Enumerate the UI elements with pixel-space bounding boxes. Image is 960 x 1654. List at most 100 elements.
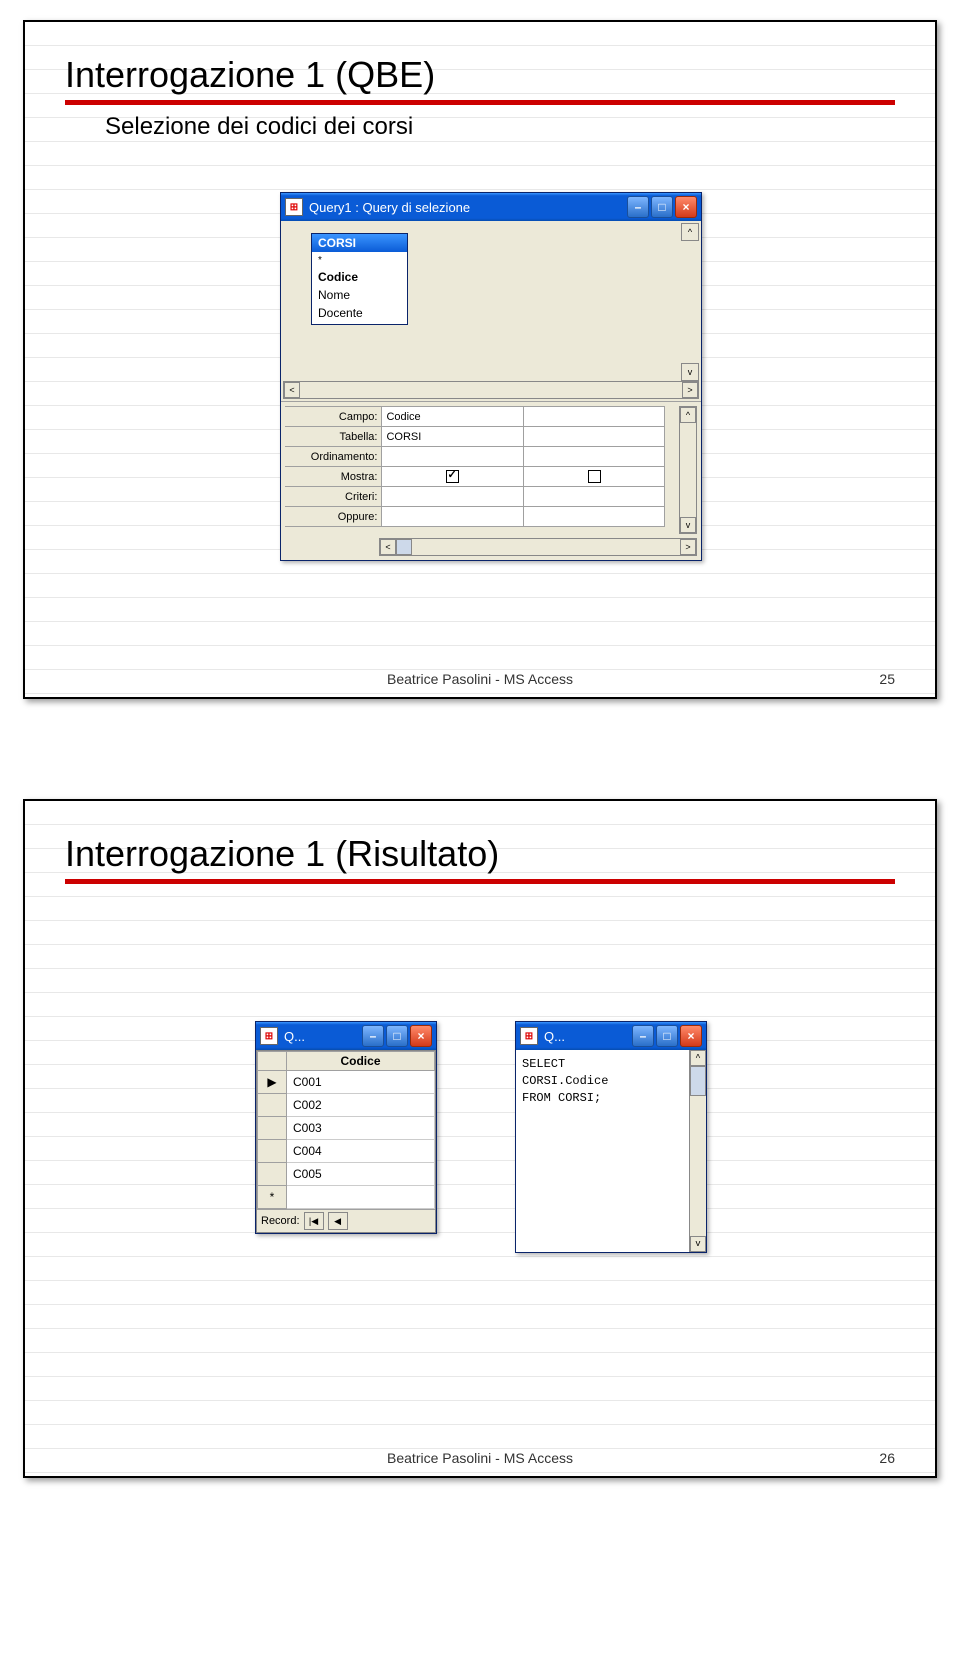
row-selector[interactable] xyxy=(258,1163,287,1186)
page-number: 26 xyxy=(879,1450,895,1466)
horizontal-scrollbar[interactable]: < > xyxy=(283,381,699,399)
grid-scroll-right[interactable]: > xyxy=(680,539,696,555)
grid-label-mostra: Mostra: xyxy=(285,467,382,487)
nav-first-button[interactable]: |◀ xyxy=(304,1212,324,1230)
page-number: 25 xyxy=(879,671,895,687)
maximize-button[interactable]: □ xyxy=(656,1025,678,1047)
grid-scroll-thumb[interactable] xyxy=(396,539,412,555)
grid-tabella-col1[interactable]: CORSI xyxy=(382,427,524,447)
designer-tables-pane: ^ v < > CORSI * Codice Nome Docente xyxy=(281,221,701,402)
query-design-window: ⊞ Query1 : Query di selezione – □ × ^ v … xyxy=(280,192,702,561)
grid-hscrollbar[interactable]: < > xyxy=(379,538,697,556)
row-selector-new[interactable]: * xyxy=(258,1186,287,1209)
grid-label-oppure: Oppure: xyxy=(285,507,382,527)
slide-footer: Beatrice Pasolini - MS Access 25 xyxy=(25,671,935,687)
window-titlebar[interactable]: ⊞ Q... – □ × xyxy=(516,1022,706,1050)
checkbox-checked-icon[interactable] xyxy=(446,470,459,483)
grid-label-criteri: Criteri: xyxy=(285,487,382,507)
grid-campo-col1[interactable]: Codice xyxy=(382,407,524,427)
query-icon: ⊞ xyxy=(520,1027,538,1045)
scroll-right-button[interactable]: > xyxy=(682,382,698,398)
window-titlebar[interactable]: ⊞ Q... – □ × xyxy=(256,1022,436,1050)
maximize-button[interactable]: □ xyxy=(386,1025,408,1047)
checkbox-unchecked-icon[interactable] xyxy=(588,470,601,483)
title-underline xyxy=(65,879,895,884)
grid-criteri-col1[interactable] xyxy=(382,487,524,507)
row-selector[interactable]: ▶ xyxy=(258,1071,287,1094)
close-button[interactable]: × xyxy=(680,1025,702,1047)
sql-view-window: ⊞ Q... – □ × SELECT CORSI.Codice FROM CO… xyxy=(515,1021,707,1253)
grid-vscrollbar[interactable]: ^ v xyxy=(679,406,697,534)
row-selector[interactable] xyxy=(258,1094,287,1117)
sql-line: CORSI.Codice xyxy=(522,1073,700,1090)
footer-text: Beatrice Pasolini - MS Access xyxy=(387,671,573,687)
table-row: C003 xyxy=(258,1117,435,1140)
sql-line: FROM CORSI; xyxy=(522,1090,700,1107)
footer-text: Beatrice Pasolini - MS Access xyxy=(387,1450,573,1466)
table-box-title: CORSI xyxy=(312,234,407,252)
window-title: Q... xyxy=(544,1029,632,1044)
column-header-codice[interactable]: Codice xyxy=(287,1052,435,1071)
cell[interactable]: C001 xyxy=(287,1071,435,1094)
nav-prev-button[interactable]: ◀ xyxy=(328,1212,348,1230)
minimize-button[interactable]: – xyxy=(627,196,649,218)
row-selector-header[interactable] xyxy=(258,1052,287,1071)
slide-1: Interrogazione 1 (QBE) Selezione dei cod… xyxy=(23,20,937,699)
table-box-corsi[interactable]: CORSI * Codice Nome Docente xyxy=(311,233,408,325)
close-button[interactable]: × xyxy=(675,196,697,218)
sql-text-area[interactable]: SELECT CORSI.Codice FROM CORSI; ^ v xyxy=(516,1050,706,1252)
grid-campo-col2[interactable] xyxy=(524,407,665,427)
record-label: Record: xyxy=(261,1215,300,1227)
grid-scroll-up[interactable]: ^ xyxy=(680,407,696,423)
row-selector[interactable] xyxy=(258,1117,287,1140)
close-button[interactable]: × xyxy=(410,1025,432,1047)
slide-title: Interrogazione 1 (Risultato) xyxy=(65,833,895,875)
grid-ord-col2[interactable] xyxy=(524,447,665,467)
table-row: ▶C001 xyxy=(258,1071,435,1094)
grid-label-campo: Campo: xyxy=(285,407,382,427)
cell[interactable]: C005 xyxy=(287,1163,435,1186)
scroll-left-button[interactable]: < xyxy=(284,382,300,398)
designer-grid: Campo: Codice Tabella: CORSI Ordinamento… xyxy=(281,402,701,560)
sql-scroll-up[interactable]: ^ xyxy=(690,1050,706,1066)
table-row: C002 xyxy=(258,1094,435,1117)
grid-mostra-col2[interactable] xyxy=(524,467,665,487)
grid-tabella-col2[interactable] xyxy=(524,427,665,447)
window-title: Q... xyxy=(284,1029,362,1044)
cell[interactable]: C004 xyxy=(287,1140,435,1163)
title-underline xyxy=(65,100,895,105)
sql-scroll-down[interactable]: v xyxy=(690,1236,706,1252)
sql-scroll-thumb[interactable] xyxy=(690,1066,706,1096)
grid-mostra-col1[interactable] xyxy=(382,467,524,487)
grid-ord-col1[interactable] xyxy=(382,447,524,467)
grid-label-tabella: Tabella: xyxy=(285,427,382,447)
minimize-button[interactable]: – xyxy=(362,1025,384,1047)
row-selector[interactable] xyxy=(258,1140,287,1163)
query-icon: ⊞ xyxy=(285,198,303,216)
record-navigator: Record: |◀ ◀ xyxy=(257,1209,435,1232)
scroll-down-button[interactable]: v xyxy=(681,363,699,381)
grid-scroll-down[interactable]: v xyxy=(680,517,696,533)
field-nome[interactable]: Nome xyxy=(318,286,401,304)
minimize-button[interactable]: – xyxy=(632,1025,654,1047)
grid-criteri-col2[interactable] xyxy=(524,487,665,507)
table-fields: * Codice Nome Docente xyxy=(312,252,407,324)
slide-footer: Beatrice Pasolini - MS Access 26 xyxy=(25,1450,935,1466)
maximize-button[interactable]: □ xyxy=(651,196,673,218)
cell[interactable]: C002 xyxy=(287,1094,435,1117)
cell-new[interactable] xyxy=(287,1186,435,1209)
scroll-up-button[interactable]: ^ xyxy=(681,223,699,241)
slide-2: Interrogazione 1 (Risultato) ⊞ Q... – □ … xyxy=(23,799,937,1478)
sql-vscrollbar[interactable]: ^ v xyxy=(689,1050,706,1252)
table-row-new: * xyxy=(258,1186,435,1209)
grid-oppure-col2[interactable] xyxy=(524,507,665,527)
grid-oppure-col1[interactable] xyxy=(382,507,524,527)
cell[interactable]: C003 xyxy=(287,1117,435,1140)
field-star[interactable]: * xyxy=(318,254,401,268)
grid-scroll-left[interactable]: < xyxy=(380,539,396,555)
table-row: C004 xyxy=(258,1140,435,1163)
window-titlebar[interactable]: ⊞ Query1 : Query di selezione – □ × xyxy=(281,193,701,221)
field-codice[interactable]: Codice xyxy=(318,268,401,286)
sql-line: SELECT xyxy=(522,1056,700,1073)
field-docente[interactable]: Docente xyxy=(318,304,401,322)
